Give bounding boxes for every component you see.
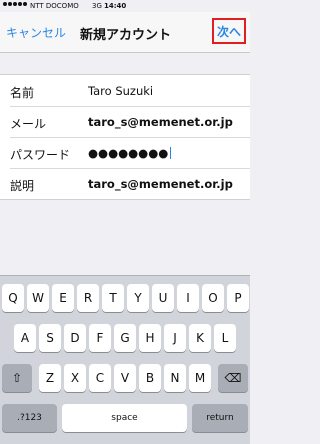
- email-field[interactable]: taro_s@memenet.or.jp: [88, 115, 233, 129]
- key-v[interactable]: V: [114, 364, 136, 392]
- number-mode-key[interactable]: .?123: [2, 404, 57, 432]
- key-i[interactable]: I: [177, 284, 199, 312]
- status-bar: NTT DOCOMO 3G 14:40: [0, 0, 250, 12]
- key-b[interactable]: B: [139, 364, 161, 392]
- key-s[interactable]: S: [39, 324, 61, 352]
- key-k[interactable]: K: [189, 324, 211, 352]
- description-field[interactable]: taro_s@memenet.or.jp: [88, 177, 233, 191]
- email-row[interactable]: メール taro_s@memenet.or.jp: [0, 106, 250, 137]
- cancel-button[interactable]: キャンセル: [6, 24, 66, 41]
- key-m[interactable]: M: [189, 364, 211, 392]
- delete-key[interactable]: ⌫: [218, 364, 248, 392]
- keyboard: Q W E R T Y U I O P A S D F G H J K L ⇧ …: [0, 275, 250, 444]
- shift-key[interactable]: ⇧: [2, 364, 32, 392]
- key-e[interactable]: E: [52, 284, 74, 312]
- next-button[interactable]: 次へ: [212, 18, 246, 44]
- key-h[interactable]: H: [139, 324, 161, 352]
- text-cursor: [170, 147, 172, 159]
- account-form: 名前 Taro Suzuki メール taro_s@memenet.or.jp …: [0, 74, 250, 200]
- password-row[interactable]: パスワード ●●●●●●●●: [0, 137, 250, 168]
- email-label: メール: [10, 117, 47, 131]
- page-title: 新規アカウント: [80, 28, 172, 43]
- navigation-bar: キャンセル 新規アカウント 次へ: [0, 12, 250, 53]
- key-c[interactable]: C: [89, 364, 111, 392]
- clock: 14:40: [104, 2, 127, 10]
- key-u[interactable]: U: [152, 284, 174, 312]
- key-p[interactable]: P: [227, 284, 249, 312]
- network-type-label: 3G: [92, 2, 102, 10]
- description-row[interactable]: 説明 taro_s@memenet.or.jp: [0, 168, 250, 199]
- key-f[interactable]: F: [89, 324, 111, 352]
- key-l[interactable]: L: [214, 324, 236, 352]
- password-field[interactable]: ●●●●●●●●: [88, 146, 168, 160]
- key-n[interactable]: N: [164, 364, 186, 392]
- key-a[interactable]: A: [14, 324, 36, 352]
- signal-strength-icon: [3, 2, 27, 6]
- key-o[interactable]: O: [202, 284, 224, 312]
- name-row[interactable]: 名前 Taro Suzuki: [0, 75, 250, 106]
- key-w[interactable]: W: [27, 284, 49, 312]
- key-x[interactable]: X: [64, 364, 86, 392]
- password-label: パスワード: [10, 148, 71, 162]
- space-key[interactable]: space: [62, 404, 187, 432]
- key-q[interactable]: Q: [2, 284, 24, 312]
- key-y[interactable]: Y: [127, 284, 149, 312]
- carrier-label: NTT DOCOMO: [30, 2, 79, 10]
- return-key[interactable]: return: [192, 404, 248, 432]
- password-field-wrap[interactable]: ●●●●●●●●: [88, 146, 172, 160]
- description-label: 説明: [10, 179, 35, 193]
- key-d[interactable]: D: [64, 324, 86, 352]
- key-r[interactable]: R: [77, 284, 99, 312]
- key-t[interactable]: T: [102, 284, 124, 312]
- name-field[interactable]: Taro Suzuki: [88, 84, 153, 98]
- key-z[interactable]: Z: [39, 364, 61, 392]
- name-label: 名前: [10, 86, 35, 100]
- key-g[interactable]: G: [114, 324, 136, 352]
- key-j[interactable]: J: [164, 324, 186, 352]
